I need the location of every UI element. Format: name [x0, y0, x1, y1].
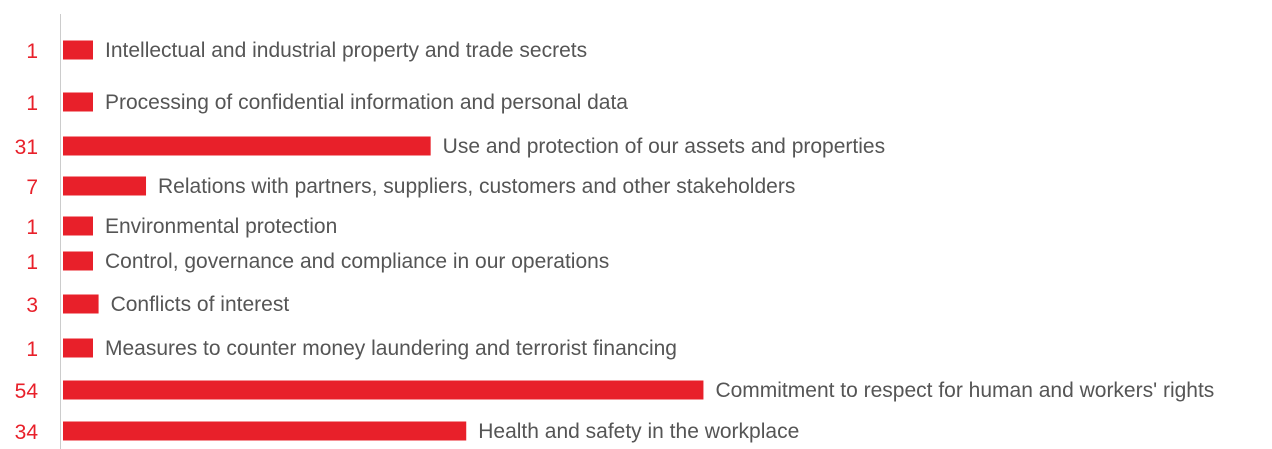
bar-chart: 1 Intellectual and industrial property an… [15, 14, 1215, 449]
bars-layer: 1 Intellectual and industrial property an… [15, 39, 1215, 444]
category-label-9: Commitment to respect for human and work… [715, 379, 1214, 402]
category-label-6: Control, governance and compliance in ou… [105, 250, 609, 273]
category-label-4: Relations with partners, suppliers, cust… [158, 175, 795, 198]
bar-10 [63, 421, 467, 441]
bar-1 [63, 40, 93, 60]
category-label-5: Environmental protection [105, 215, 337, 238]
category-label-2: Processing of confidential information a… [105, 91, 628, 114]
value-label-4: 7 [26, 176, 38, 199]
bar-2 [63, 92, 93, 112]
category-label-1: Intellectual and industrial property and… [105, 39, 587, 62]
value-label-5: 1 [26, 216, 38, 239]
value-label-6: 1 [26, 251, 38, 274]
bar-4 [63, 176, 147, 196]
value-label-1: 1 [26, 40, 38, 63]
value-label-7: 3 [26, 294, 38, 317]
value-label-2: 1 [26, 92, 38, 115]
category-label-10: Health and safety in the workplace [478, 420, 799, 443]
value-label-8: 1 [26, 338, 38, 361]
value-label-10: 34 [15, 421, 39, 444]
value-label-9: 54 [15, 380, 39, 403]
category-label-8: Measures to counter money laundering and… [105, 337, 677, 360]
bar-3 [63, 136, 431, 156]
bar-6 [63, 251, 93, 271]
bar-5 [63, 216, 93, 236]
value-label-3: 31 [15, 136, 38, 159]
bar-7 [63, 294, 99, 314]
bar-8 [63, 338, 93, 358]
category-label-7: Conflicts of interest [111, 293, 290, 316]
bar-9 [63, 380, 704, 400]
category-label-3: Use and protection of our assets and pro… [443, 135, 885, 158]
